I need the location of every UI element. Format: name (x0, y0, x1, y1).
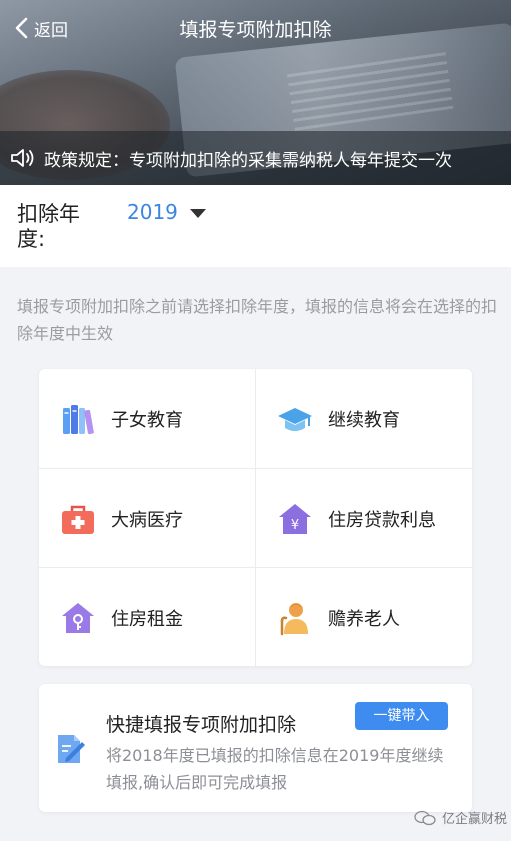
year-hint-text: 填报专项附加扣除之前请选择扣除年度，填报的信息将会在选择的扣除年度中生效 (17, 297, 498, 343)
category-label: 住房贷款利息 (328, 509, 436, 531)
deduction-year-panel: 扣除年度: 2019 (0, 185, 511, 267)
policy-notice: 政策规定：专项附加扣除的采集需纳税人每年提交一次 (0, 131, 511, 185)
quick-fill-description: 将2018年度已填报的扣除信息在2019年度继续填报,确认后即可完成填报 (106, 746, 444, 792)
navigation-bar: 返回 填报专项附加扣除 (0, 0, 511, 56)
deduction-category-grid: 子女教育 继续教育 大病医疗 ¥ 住房贷款利息 住房租金 赡养老人 (39, 369, 472, 666)
deduction-year-label: 扣除年度: (17, 202, 80, 251)
edit-document-icon (58, 735, 85, 763)
category-continuing-education[interactable]: 继续教育 (256, 369, 472, 468)
category-label: 大病医疗 (111, 509, 183, 531)
category-label: 子女教育 (111, 409, 183, 431)
wechat-icon (414, 810, 436, 825)
deduction-year-select[interactable]: 2019 (127, 200, 178, 224)
quick-fill-card: 快捷填报专项附加扣除 将2018年度已填报的扣除信息在2019年度继续填报,确认… (39, 684, 472, 812)
watermark: 亿企赢财税 (414, 808, 507, 827)
one-click-import-button[interactable]: 一键带入 (355, 702, 448, 730)
page-title: 填报专项附加扣除 (179, 19, 332, 41)
category-housing-loan-interest[interactable]: ¥ 住房贷款利息 (256, 469, 472, 568)
elderly-person-icon (280, 602, 308, 635)
category-label: 住房租金 (111, 608, 183, 630)
caret-down-icon[interactable] (190, 209, 206, 218)
svg-text:¥: ¥ (291, 518, 299, 533)
category-serious-illness[interactable]: 大病医疗 (39, 469, 255, 568)
house-key-icon (62, 602, 94, 633)
watermark-text: 亿企赢财税 (442, 812, 508, 827)
quick-fill-title: 快捷填报专项附加扣除 (106, 714, 297, 736)
graduation-cap-icon (278, 407, 312, 431)
house-yen-icon: ¥ (279, 503, 311, 534)
category-label: 赡养老人 (328, 608, 400, 630)
medical-kit-icon (62, 505, 94, 534)
category-elderly-support[interactable]: 赡养老人 (256, 568, 472, 667)
category-label: 继续教育 (328, 409, 400, 431)
speaker-icon (11, 149, 34, 167)
books-icon (63, 404, 94, 434)
category-child-education[interactable]: 子女教育 (39, 369, 255, 468)
category-housing-rent[interactable]: 住房租金 (39, 568, 255, 667)
policy-notice-text: 政策规定：专项附加扣除的采集需纳税人每年提交一次 (44, 150, 452, 171)
